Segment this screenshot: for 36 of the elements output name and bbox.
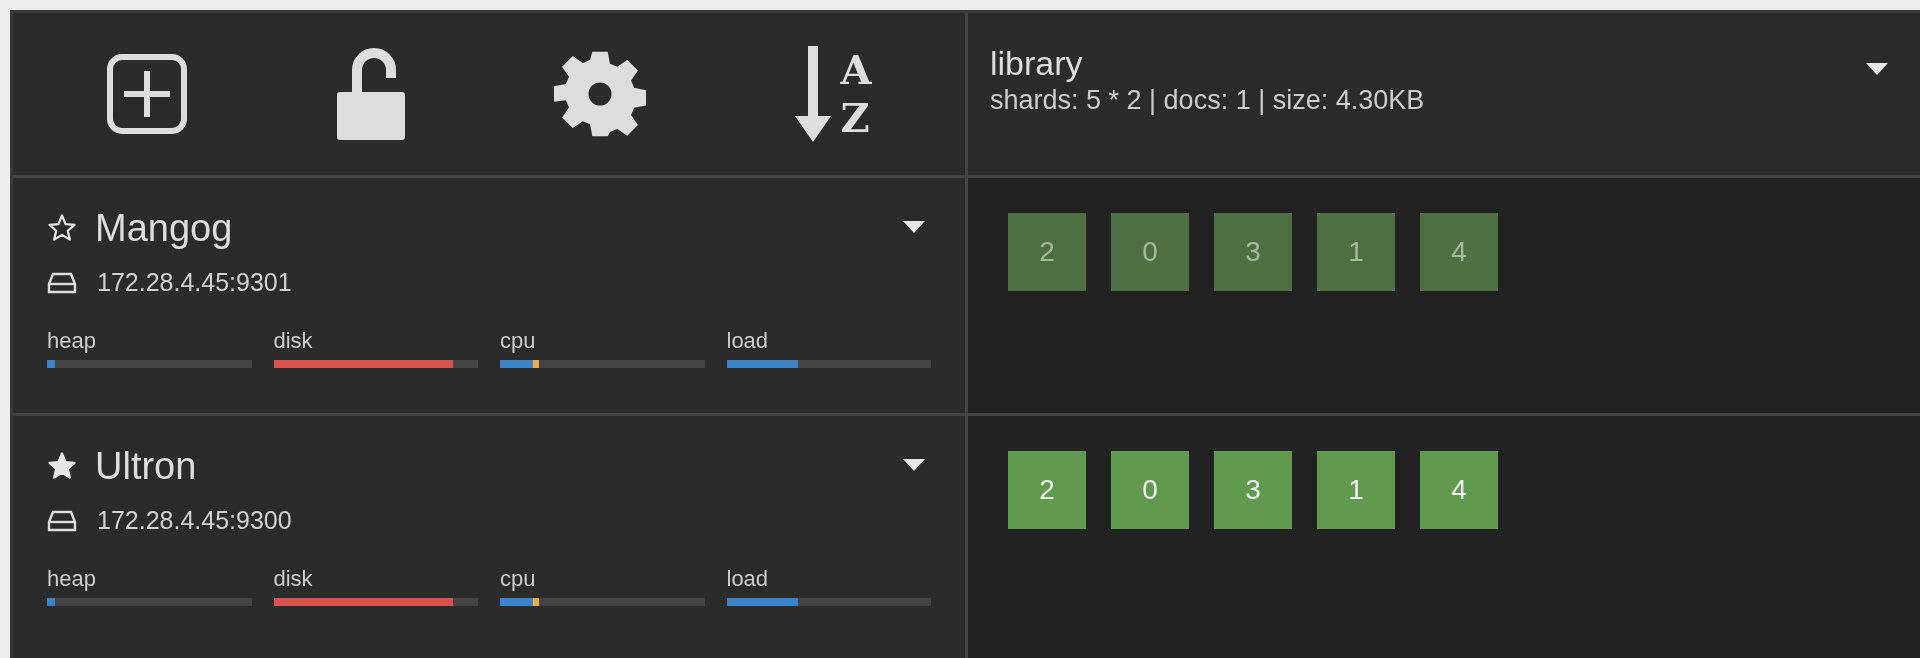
metric-label: cpu [500, 327, 537, 354]
shard-tile[interactable]: 4 [1420, 451, 1498, 529]
node-name: Mangog [95, 206, 233, 250]
add-icon[interactable] [106, 53, 189, 135]
shard-tile[interactable]: 4 [1420, 213, 1498, 291]
shard-tile[interactable]: 2 [1008, 213, 1086, 291]
caret-icon[interactable] [1866, 63, 1888, 77]
unlocked-padlock-icon[interactable] [335, 46, 408, 142]
node-address: 172.28.4.45:9300 [97, 505, 292, 536]
shard-tile[interactable]: 3 [1214, 451, 1292, 529]
drive-icon [47, 270, 77, 295]
sort-letter: Z [840, 94, 871, 142]
down-arrow-icon[interactable] [792, 44, 833, 144]
shard-tile[interactable]: 1 [1317, 451, 1395, 529]
shard-tile[interactable]: 2 [1008, 451, 1086, 529]
caret-icon[interactable] [903, 459, 925, 473]
metric-label: cpu [500, 565, 537, 592]
index-stats: shards: 5 * 2 | docs: 1 | size: 4.30KB [990, 84, 1425, 117]
drive-icon [47, 508, 77, 533]
metric-label: heap [47, 565, 97, 592]
shard-tile[interactable]: 0 [1111, 213, 1189, 291]
node-address: 172.28.4.45:9301 [97, 267, 292, 298]
metric-label: heap [47, 327, 97, 354]
node-name: Ultron [95, 444, 197, 488]
metric-label: load [726, 565, 770, 592]
metric-label: disk [273, 327, 314, 354]
metric-label: load [726, 327, 770, 354]
shard-tile[interactable]: 1 [1317, 213, 1395, 291]
star-icon[interactable] [47, 451, 77, 481]
star-icon[interactable] [47, 213, 77, 243]
sort-letter: A [840, 46, 872, 94]
caret-icon[interactable] [903, 221, 925, 235]
shard-tile[interactable]: 0 [1111, 451, 1189, 529]
metric-label: disk [273, 565, 314, 592]
index-name: library [990, 43, 1084, 83]
shard-tile[interactable]: 3 [1214, 213, 1292, 291]
